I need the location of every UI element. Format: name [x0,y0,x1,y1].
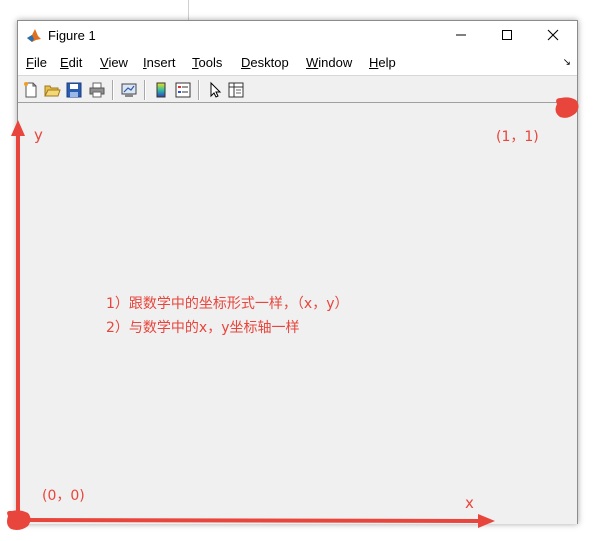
x-axis-arrow-line [17,518,481,523]
top-right-dot [555,97,579,118]
annotation-note-2: 2）与数学中的x，y坐标轴一样 [106,320,300,336]
x-axis-label: x [465,494,474,512]
origin-dot [7,510,31,530]
y-axis-label: y [34,126,43,144]
annotation-note-1: 1）跟数学中的坐标形式一样，（x，y） [106,296,349,312]
x-axis-arrowhead [478,514,495,528]
annotation-overlay [7,97,579,530]
y-axis-arrowhead [11,120,25,136]
coord-origin: (0，0) [42,488,85,504]
coord-top-right: (1，1) [496,129,539,145]
